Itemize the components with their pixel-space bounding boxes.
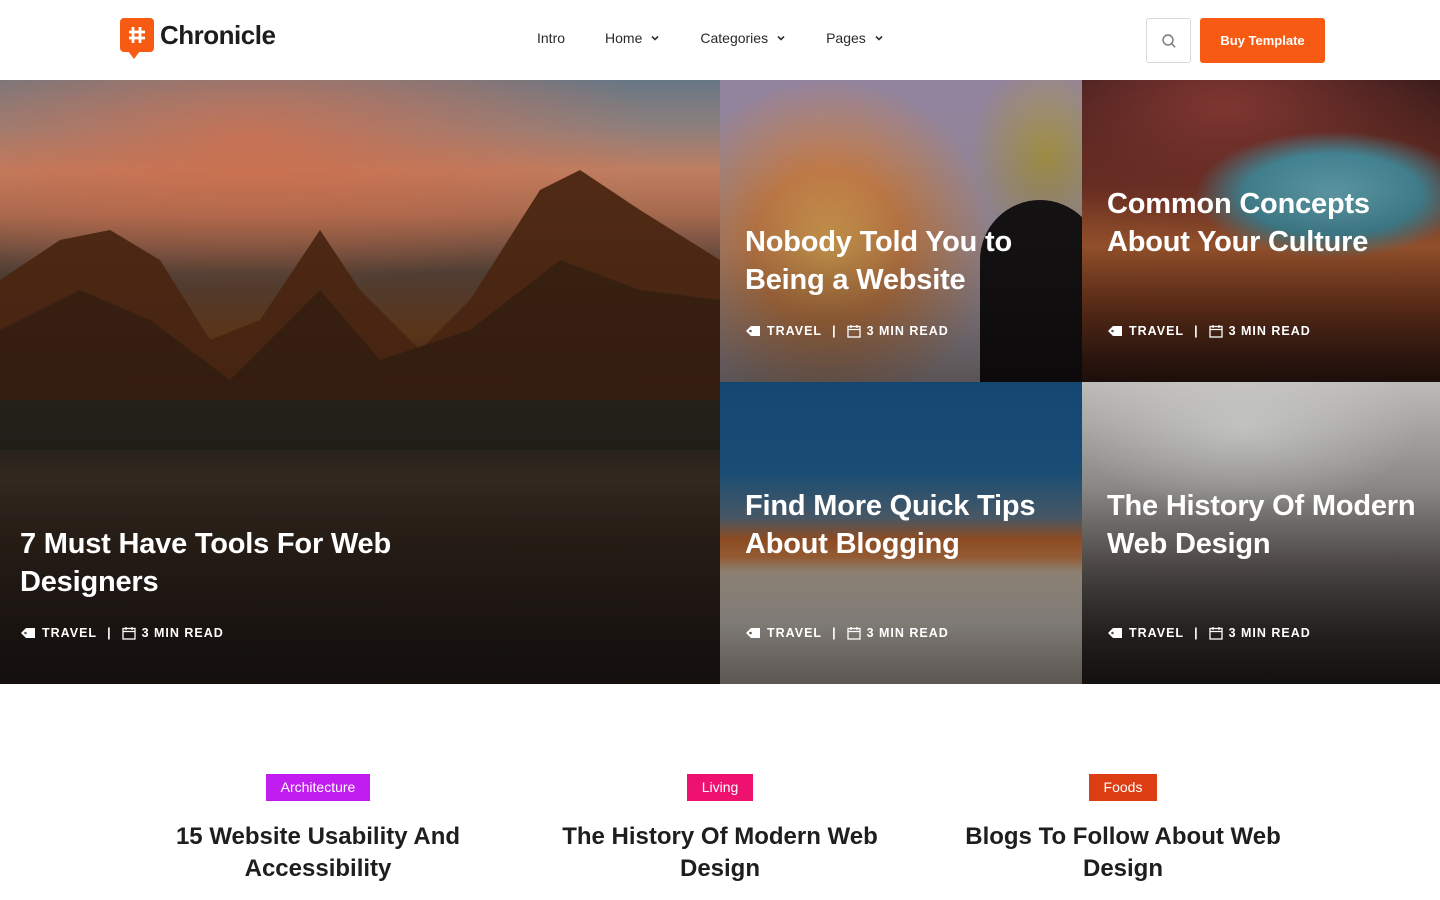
nav-item-home[interactable]: Home [605, 30, 660, 46]
category-badge[interactable]: Architecture [265, 774, 371, 801]
post-title: Find More Quick Tips About Blogging [745, 490, 1036, 560]
post-category[interactable]: TRAVEL [1129, 626, 1184, 640]
post-title: The History Of Modern Web Design [1107, 490, 1416, 560]
post-meta: TRAVEL | 3 MIN READ [1107, 324, 1311, 338]
post-title: Nobody Told You to Being a Website [745, 226, 1013, 296]
post-meta: TRAVEL | 3 MIN READ [745, 626, 949, 640]
calendar-icon [846, 627, 861, 640]
post-meta: TRAVEL | 3 MIN READ [745, 324, 949, 338]
post-card[interactable]: The History Of Modern Web Design TRAVEL … [1082, 382, 1440, 684]
nav-item-pages[interactable]: Pages [826, 30, 884, 46]
post-meta: TRAVEL | 3 MIN READ [20, 626, 224, 640]
post-category[interactable]: TRAVEL [1129, 324, 1184, 338]
meta-separator: | [1194, 626, 1199, 640]
nav-item-intro[interactable]: Intro [537, 30, 565, 46]
post-card[interactable]: Nobody Told You to Being a Website TRAVE… [720, 80, 1082, 382]
read-time: 3 MIN READ [1228, 324, 1311, 338]
calendar-icon [121, 627, 136, 640]
site-header: Chronicle Intro Home Categories Pages Bu… [0, 0, 1440, 80]
post-item-title[interactable]: 15 Website Usability And Accessibility [138, 821, 498, 885]
meta-separator: | [1194, 324, 1199, 338]
post-title: Common Concepts About Your Culture [1107, 188, 1370, 258]
chevron-down-icon [651, 35, 659, 41]
nav-item-label: Categories [700, 30, 769, 46]
post-item: Foods Blogs To Follow About Web Design [943, 774, 1303, 885]
hero-grid: 7 Must Have Tools For Web Designers TRAV… [0, 80, 1440, 684]
post-item: Living The History Of Modern Web Design [540, 774, 900, 885]
tag-icon [21, 628, 35, 638]
search-icon [1161, 33, 1176, 48]
tag-icon [746, 628, 760, 638]
logo-text: Chronicle [160, 19, 276, 50]
post-category[interactable]: TRAVEL [767, 626, 822, 640]
logo-hash-icon [120, 18, 154, 59]
main-nav: Intro Home Categories Pages [537, 30, 924, 46]
read-time: 3 MIN READ [866, 626, 949, 640]
posts-section: Architecture 15 Website Usability And Ac… [0, 684, 1440, 900]
post-meta: TRAVEL | 3 MIN READ [1107, 626, 1311, 640]
post-item-title[interactable]: Blogs To Follow About Web Design [943, 821, 1303, 885]
chevron-down-icon [875, 35, 883, 41]
meta-separator: | [832, 626, 837, 640]
tag-icon [746, 326, 760, 336]
chevron-down-icon [777, 35, 785, 41]
nav-item-label: Pages [826, 30, 866, 46]
post-card[interactable]: Find More Quick Tips About Blogging TRAV… [720, 382, 1082, 684]
tag-icon [1108, 628, 1122, 638]
calendar-icon [846, 325, 861, 338]
meta-separator: | [832, 324, 837, 338]
nav-item-label: Home [605, 30, 643, 46]
category-badge[interactable]: Living [686, 774, 754, 801]
search-button[interactable] [1146, 18, 1191, 63]
post-card[interactable]: Common Concepts About Your Culture TRAVE… [1082, 80, 1440, 382]
featured-post-card[interactable]: 7 Must Have Tools For Web Designers TRAV… [0, 80, 720, 684]
tag-icon [1108, 326, 1122, 336]
nav-item-label: Intro [537, 30, 566, 46]
post-category[interactable]: TRAVEL [767, 324, 822, 338]
read-time: 3 MIN READ [1228, 626, 1311, 640]
calendar-icon [1208, 325, 1223, 338]
post-item: Architecture 15 Website Usability And Ac… [138, 774, 498, 885]
buy-template-button[interactable]: Buy Template [1200, 18, 1325, 63]
calendar-icon [1208, 627, 1223, 640]
post-category[interactable]: TRAVEL [42, 626, 97, 640]
meta-separator: | [107, 626, 112, 640]
post-item-title[interactable]: The History Of Modern Web Design [540, 821, 900, 885]
category-badge[interactable]: Foods [1088, 774, 1158, 801]
logo[interactable]: Chronicle [120, 18, 276, 59]
nav-item-categories[interactable]: Categories [700, 30, 786, 46]
read-time: 3 MIN READ [141, 626, 224, 640]
featured-post-title: 7 Must Have Tools For Web Designers [20, 528, 391, 598]
read-time: 3 MIN READ [866, 324, 949, 338]
